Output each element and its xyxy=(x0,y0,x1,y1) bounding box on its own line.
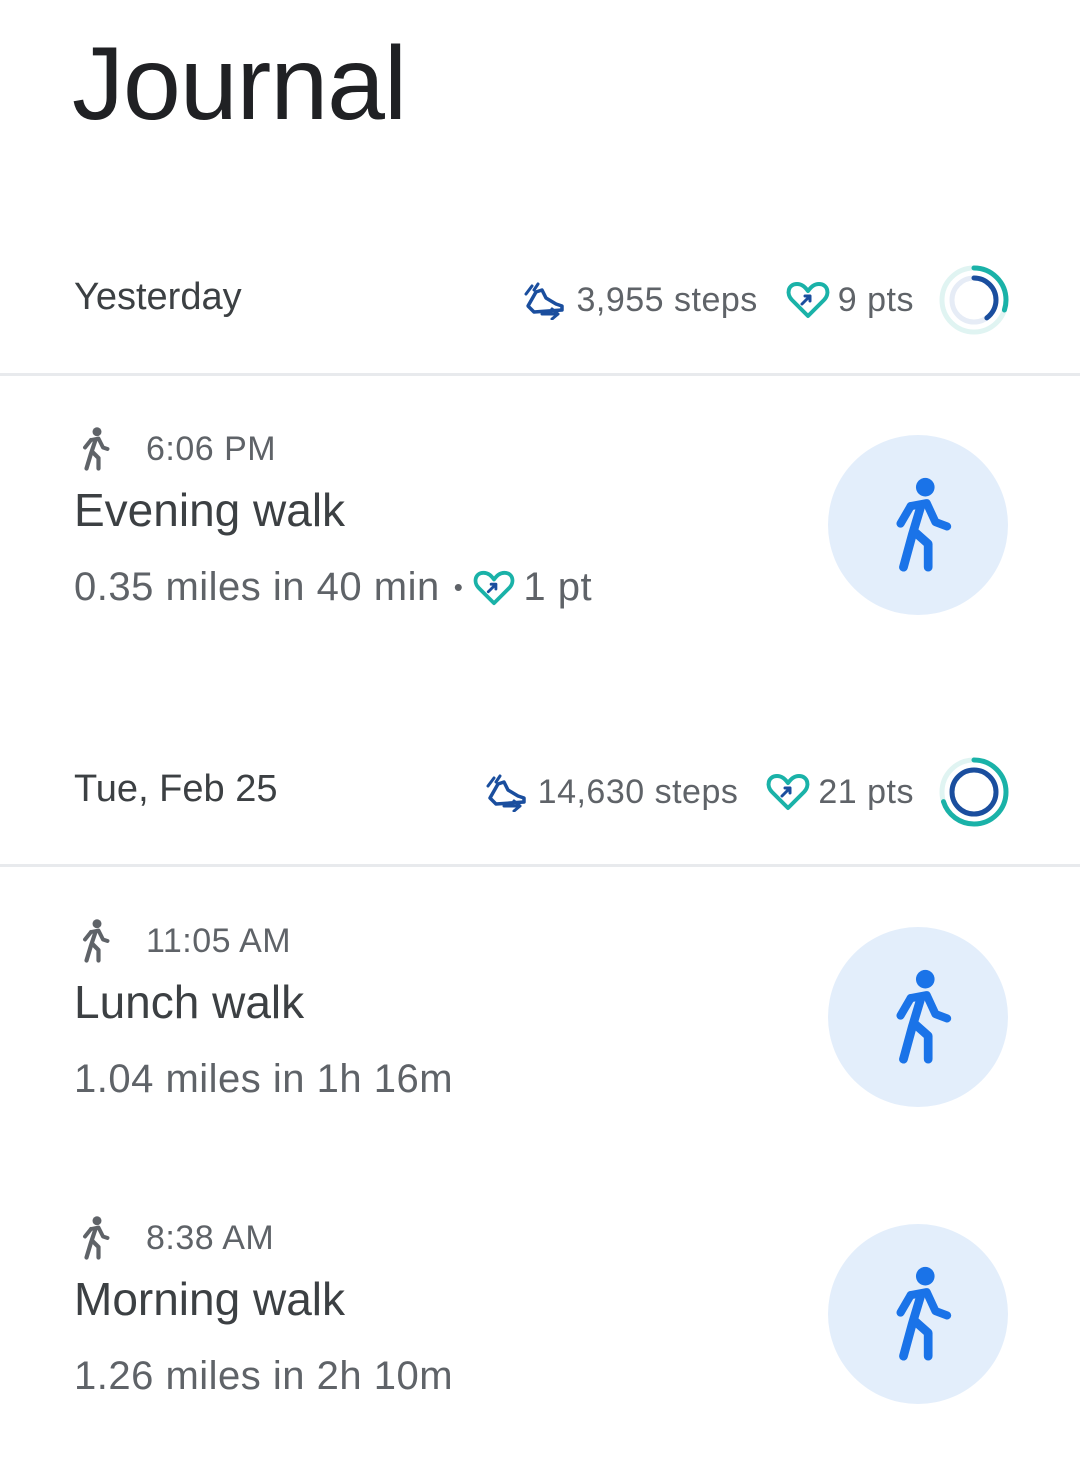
walking-small-icon xyxy=(83,427,110,471)
activity-time: 8:38 AM xyxy=(146,1218,275,1257)
activity-item[interactable]: 8:38 AM Morning walk 1.26 miles in 2h 10… xyxy=(0,1214,1080,1414)
walking-small-icon xyxy=(83,1216,110,1260)
activity-title: Lunch walk xyxy=(74,976,305,1028)
steps-stat: 14,630 steps xyxy=(484,772,739,812)
points-value: 21 pts xyxy=(818,772,914,811)
day-label: Tue, Feb 25 xyxy=(74,768,278,810)
steps-stat: 3,955 steps xyxy=(522,280,757,320)
activity-points: 1 pt xyxy=(523,565,593,609)
activity-type-avatar xyxy=(828,927,1008,1107)
day-summary-header[interactable]: Tue, Feb 25 14,630 steps 21 pts xyxy=(0,742,1080,842)
day-summary-header[interactable]: Yesterday 3,955 steps 9 pts xyxy=(0,250,1080,350)
activity-title: Evening walk xyxy=(74,484,346,536)
walking-icon xyxy=(896,477,952,572)
walking-icon xyxy=(896,969,952,1064)
activity-distance-duration: 1.04 miles in 1h 16m xyxy=(74,1057,454,1101)
activity-distance-duration: 0.35 miles in 40 min xyxy=(74,565,440,609)
steps-icon xyxy=(486,774,526,812)
activity-type-avatar xyxy=(828,435,1008,615)
separator-dot: • xyxy=(453,572,464,602)
steps-value: 3,955 steps xyxy=(576,280,758,319)
activity-type-avatar xyxy=(828,1224,1008,1404)
steps-icon xyxy=(524,282,565,320)
points-stat: 9 pts xyxy=(786,280,914,320)
walking-icon xyxy=(896,1266,952,1361)
daily-goal-ring[interactable] xyxy=(938,756,1010,828)
heart-points-icon xyxy=(474,570,515,605)
day-label: Yesterday xyxy=(74,276,242,318)
points-value: 9 pts xyxy=(837,280,914,319)
divider xyxy=(0,864,1080,867)
divider xyxy=(0,373,1080,376)
daily-goal-ring[interactable] xyxy=(938,264,1010,336)
walking-small-icon xyxy=(83,919,110,963)
activity-time: 11:05 AM xyxy=(146,921,292,960)
activity-distance-duration: 1.26 miles in 2h 10m xyxy=(74,1354,454,1398)
page-title: Journal xyxy=(72,26,407,142)
activity-item[interactable]: 11:05 AM Lunch walk 1.04 miles in 1h 16m xyxy=(0,917,1080,1117)
activity-detail: 1.26 miles in 2h 10m xyxy=(74,1354,453,1399)
activity-detail: 0.35 miles in 40 min • 1 pt xyxy=(74,565,592,610)
day-stats: 14,630 steps 21 pts xyxy=(484,756,1010,828)
day-stats: 3,955 steps 9 pts xyxy=(522,264,1010,336)
activity-item[interactable]: 6:06 PM Evening walk 0.35 miles in 40 mi… xyxy=(0,425,1080,625)
heart-points-icon xyxy=(766,774,810,810)
heart-points-icon xyxy=(786,282,830,318)
points-stat: 21 pts xyxy=(766,772,914,812)
activity-title: Morning walk xyxy=(74,1273,345,1325)
activity-time: 6:06 PM xyxy=(146,429,277,468)
steps-value: 14,630 steps xyxy=(537,772,739,811)
activity-detail: 1.04 miles in 1h 16m xyxy=(74,1057,453,1102)
